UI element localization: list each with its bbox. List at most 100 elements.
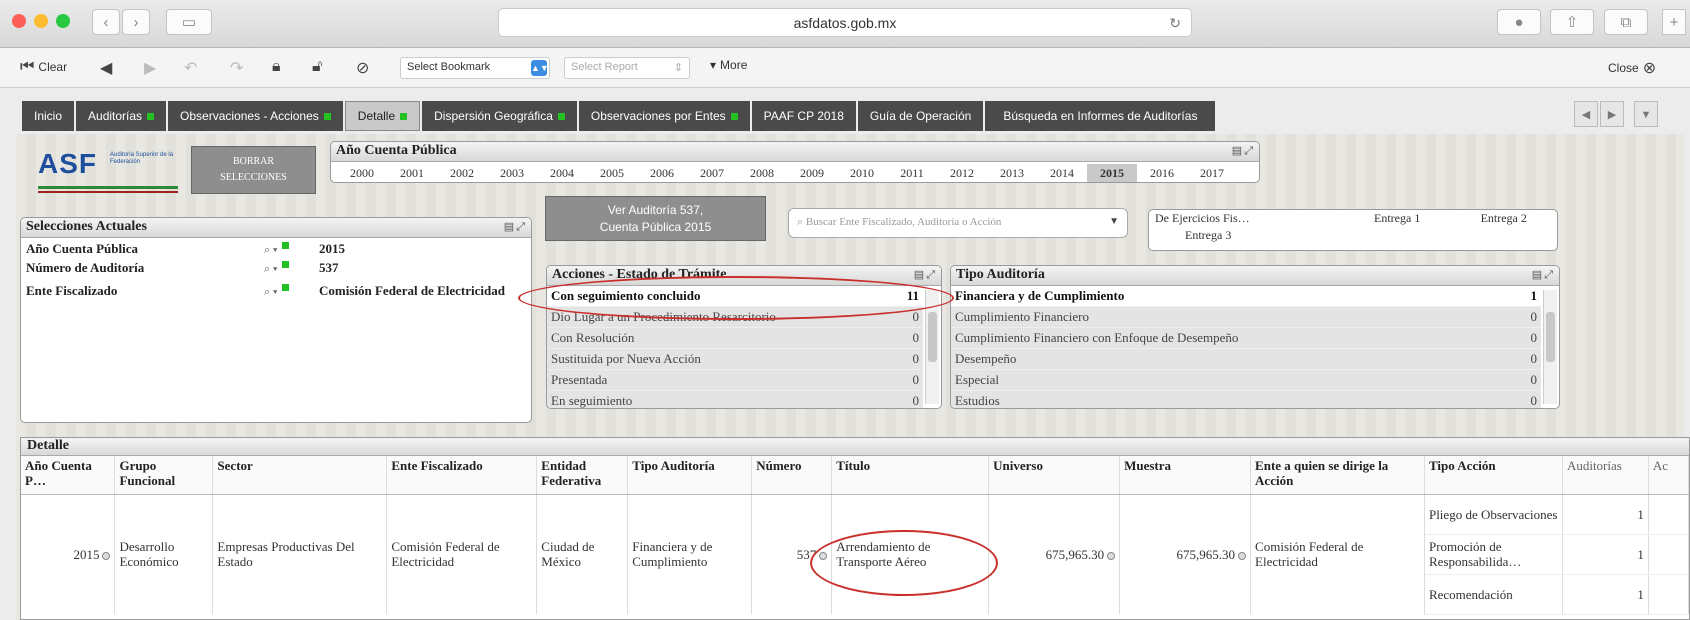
tab-busqueda-informes[interactable]: Búsqueda en Informes de Auditorías <box>985 101 1216 131</box>
scrollbar[interactable] <box>925 290 939 404</box>
list-item[interactable]: Cumplimiento Financiero con Enfoque de D… <box>951 328 1541 349</box>
tab-observaciones-por-entes[interactable]: Observaciones por Entes <box>578 101 750 131</box>
redo-icon[interactable]: ↷ <box>230 58 243 78</box>
year-item[interactable]: 2001 <box>387 164 437 182</box>
table-cell[interactable]: Comisión Federal de Electricidad <box>386 494 538 614</box>
reload-icon[interactable]: ↻ <box>1169 9 1181 37</box>
year-item[interactable]: 2016 <box>1137 164 1187 182</box>
column-header[interactable]: Grupo Funcional <box>114 456 214 495</box>
tab-inicio[interactable]: Inicio <box>22 101 75 131</box>
table-cell[interactable]: Promoción de Responsabilida… <box>1424 534 1563 575</box>
tab-paaf[interactable]: PAAF CP 2018 <box>751 101 856 131</box>
year-item[interactable]: 2002 <box>437 164 487 182</box>
lock-icon[interactable]: 🔒︎ <box>272 58 281 76</box>
year-item[interactable]: 2007 <box>687 164 737 182</box>
selection-search-icon[interactable]: ⌕ ▾ <box>264 240 319 259</box>
table-cell[interactable]: Desarrollo Económico <box>114 494 214 614</box>
table-cell[interactable]: Financiera y de Cumplimiento <box>627 494 753 614</box>
column-header[interactable]: Muestra <box>1119 456 1252 495</box>
tab-scroll-right-icon[interactable]: ▶ <box>1600 101 1624 127</box>
year-item[interactable]: 2006 <box>637 164 687 182</box>
bookmark-select[interactable]: Select Bookmark ▲▼ <box>400 57 550 79</box>
table-cell[interactable]: 675,965.30 <box>988 494 1121 614</box>
no-entry-icon[interactable]: ⊘ <box>356 58 369 78</box>
back-step-icon[interactable]: ◀ <box>100 58 112 78</box>
table-cell[interactable]: 675,965.30 <box>1119 494 1252 614</box>
new-tab-icon[interactable]: + <box>1662 9 1686 35</box>
list-item[interactable]: Dio Lugar a un Procedimiento Resarcitori… <box>547 307 923 328</box>
tabs-icon[interactable]: ⧉ <box>1604 9 1648 35</box>
year-item[interactable]: 2008 <box>737 164 787 182</box>
panel-actions-icon[interactable]: ▤⤢ <box>504 220 527 234</box>
year-item[interactable]: 2005 <box>587 164 637 182</box>
column-header[interactable]: Tipo Acción <box>1424 456 1563 495</box>
table-cell[interactable]: Comisión Federal de Electricidad <box>1250 494 1425 614</box>
year-item[interactable]: 2015 <box>1087 164 1137 182</box>
search-input[interactable]: ⌕ Buscar Ente Fiscalizado, Auditoría o A… <box>788 208 1128 238</box>
year-item[interactable]: 2012 <box>937 164 987 182</box>
share-icon[interactable]: ⇧ <box>1550 9 1594 35</box>
table-cell[interactable]: 2015 <box>21 494 116 614</box>
undo-icon[interactable]: ↶ <box>184 58 197 78</box>
delivery-cell[interactable]: Entrega 3 <box>1149 227 1344 244</box>
column-header[interactable]: Universo <box>988 456 1121 495</box>
year-item[interactable]: 2010 <box>837 164 887 182</box>
maximize-window-icon[interactable] <box>56 14 70 28</box>
list-item[interactable]: En seguimiento 0 <box>547 391 923 408</box>
tab-detalle[interactable]: Detalle <box>344 101 421 131</box>
tab-list-icon[interactable]: ▼ <box>1634 101 1658 127</box>
download-icon[interactable]: ● <box>1497 9 1541 35</box>
list-item[interactable]: Con seguimiento concluido 11 <box>547 286 923 307</box>
table-cell[interactable]: Empresas Productivas Del Estado <box>212 494 388 614</box>
year-item[interactable]: 2011 <box>887 164 937 182</box>
column-header[interactable]: Año Cuenta P… <box>21 456 116 495</box>
panel-actions-icon[interactable]: ▤⤢ <box>914 268 937 282</box>
forward-icon[interactable]: › <box>122 9 150 35</box>
address-bar[interactable]: asfdatos.gob.mx ↻ <box>498 8 1192 37</box>
table-cell[interactable]: 1 <box>1562 534 1649 575</box>
panel-actions-icon[interactable]: ▤⤢ <box>1532 268 1555 282</box>
year-item[interactable]: 2009 <box>787 164 837 182</box>
table-cell[interactable]: 1 <box>1562 494 1649 535</box>
list-item[interactable]: Estudios 0 <box>951 391 1541 408</box>
list-item[interactable]: Especial 0 <box>951 370 1541 391</box>
column-header[interactable]: Sector <box>212 456 388 495</box>
year-item[interactable]: 2004 <box>537 164 587 182</box>
year-item[interactable]: 2017 <box>1187 164 1237 182</box>
column-header[interactable]: Entidad Federativa <box>536 456 629 495</box>
report-select[interactable]: Select Report ⇕ <box>564 57 690 79</box>
sidebar-icon[interactable]: ▭ <box>166 9 212 35</box>
year-item[interactable]: 2000 <box>337 164 387 182</box>
column-header[interactable]: Título <box>831 456 990 495</box>
tab-dispersion-geografica[interactable]: Dispersión Geográfica <box>422 101 577 131</box>
scrollbar[interactable] <box>1543 290 1557 404</box>
list-item[interactable]: Financiera y de Cumplimiento 1 <box>951 286 1541 307</box>
table-cell[interactable]: Arrendamiento de Transporte Aéreo <box>831 494 990 614</box>
delivery-cell[interactable]: Entrega 1 <box>1344 210 1451 227</box>
unlock-icon[interactable]: 🔓︎ <box>312 58 322 76</box>
panel-actions-icon[interactable]: ▤⤢ <box>1232 144 1255 158</box>
scrollbar-thumb[interactable] <box>1546 312 1555 362</box>
list-item[interactable]: Sustituida por Nueva Acción 0 <box>547 349 923 370</box>
dropdown-arrow-icon[interactable]: ▼ <box>1109 216 1119 227</box>
delivery-cell[interactable]: Entrega 2 <box>1450 210 1557 227</box>
column-header[interactable]: Auditorías <box>1562 456 1649 495</box>
list-item[interactable]: Presentada 0 <box>547 370 923 391</box>
close-button[interactable]: Close ⊗ <box>1608 58 1656 78</box>
column-header[interactable]: Ac <box>1648 456 1689 495</box>
year-item[interactable]: 2003 <box>487 164 537 182</box>
minimize-window-icon[interactable] <box>34 14 48 28</box>
column-header[interactable]: Ente a quien se dirige la Acción <box>1250 456 1425 495</box>
tab-auditorias[interactable]: Auditorías <box>76 101 167 131</box>
column-header[interactable]: Tipo Auditoría <box>627 456 753 495</box>
close-window-icon[interactable] <box>12 14 26 28</box>
selection-search-icon[interactable]: ⌕ ▾ <box>264 259 319 278</box>
tab-guia-operacion[interactable]: Guía de Operación <box>857 101 984 131</box>
table-cell[interactable]: Ciudad de México <box>536 494 629 614</box>
table-cell[interactable]: Recomendación <box>1424 574 1563 615</box>
tab-scroll-left-icon[interactable]: ◀ <box>1574 101 1598 127</box>
more-button[interactable]: ▾ More <box>710 58 747 72</box>
list-item[interactable]: Cumplimiento Financiero 0 <box>951 307 1541 328</box>
table-cell[interactable]: Pliego de Observaciones <box>1424 494 1563 535</box>
clear-selections-button[interactable]: BORRAR SELECCIONES <box>191 146 316 194</box>
